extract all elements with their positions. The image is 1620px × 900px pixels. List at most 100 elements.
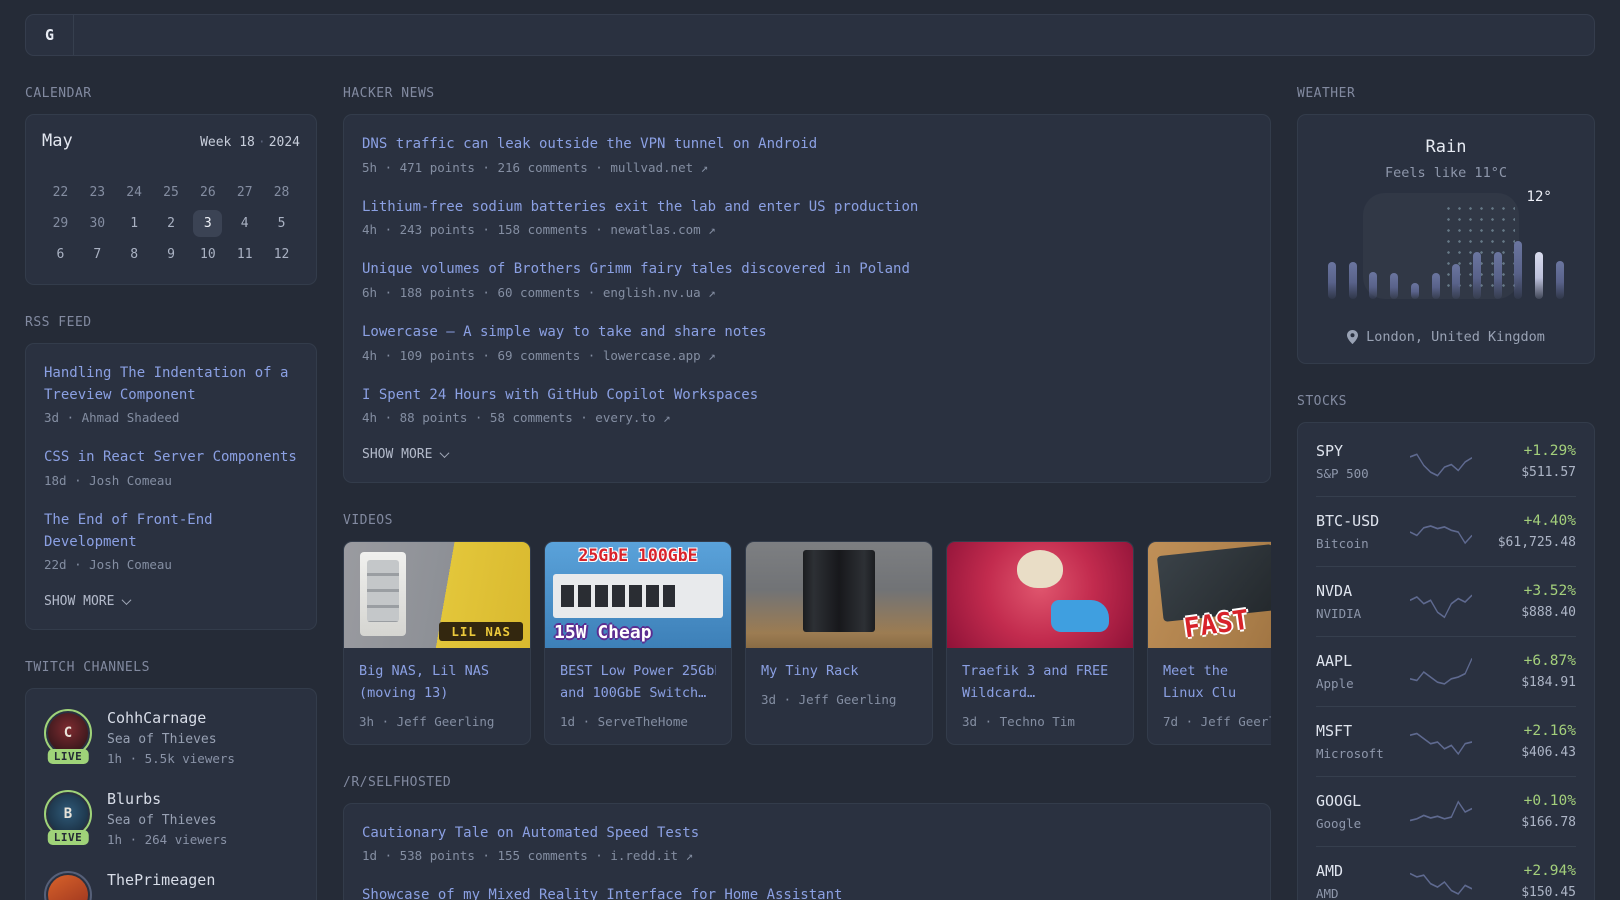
video-thumbnail[interactable]: FAST <box>1148 542 1271 649</box>
calendar-weekday <box>153 165 190 177</box>
twitch-channel-game: Sea of Thieves <box>107 813 217 829</box>
feed-item-meta: 5h · 471 points · 216 comments · mullvad… <box>362 159 709 175</box>
stock-row[interactable]: GOOGL Google +0.10% $166.78 <box>1316 776 1576 846</box>
stock-row[interactable]: NVDA NVIDIA +3.52% $888.40 <box>1316 566 1576 636</box>
weather-bar-column <box>1390 215 1399 299</box>
show-more-label: SHOW MORE <box>362 447 433 463</box>
video-thumbnail[interactable]: 25GbE 100GbE 15W Cheap <box>545 542 731 649</box>
calendar-days-grid: 22 23 24 25 26 27 28 29 30 1 2 3 4 5 6 7 8 9 10 11 12 <box>42 177 300 270</box>
live-badge: LIVE <box>47 830 89 846</box>
feed-item-title[interactable]: CSS in React Server Components <box>44 447 298 469</box>
feed-item-title[interactable]: Unique volumes of Brothers Grimm fairy t… <box>362 259 1252 281</box>
stock-change-percent: +6.87% <box>1523 653 1576 669</box>
feed-item-title[interactable]: Lowercase — A simple way to take and sha… <box>362 322 1252 344</box>
calendar-day: 8 <box>130 247 139 262</box>
separator-dot: · <box>257 135 266 150</box>
stock-row[interactable]: AMD AMD +2.94% $150.45 <box>1316 846 1576 900</box>
video-title-line[interactable]: Meet the <box>1163 661 1271 683</box>
stock-row[interactable]: MSFT Microsoft +2.16% $406.43 <box>1316 706 1576 776</box>
stock-row[interactable]: SPY S&P 500 +1.29% $511.57 <box>1316 427 1576 496</box>
video-card[interactable]: 25GbE 100GbE 15W Cheap BEST Low Power 25… <box>544 541 732 745</box>
feed-item: Lowercase — A simple way to take and sha… <box>362 322 1252 363</box>
videos-section-label: VIDEOS <box>343 513 393 529</box>
feed-item-title[interactable]: Handling The Indentation of a Treeview C… <box>44 363 298 406</box>
calendar-day: 22 <box>52 185 69 200</box>
rss-list: Handling The Indentation of a Treeview C… <box>44 363 298 572</box>
twitch-channel-name[interactable]: CohhCarnage <box>107 709 235 727</box>
twitch-channel-name[interactable]: ThePrimeagen <box>107 871 215 889</box>
video-title-line[interactable]: and 100GbE Switch… <box>560 683 716 705</box>
middle-column: HACKER NEWS DNS traffic can leak outside… <box>343 56 1271 900</box>
calendar-day: 28 <box>273 185 290 200</box>
stock-sparkline <box>1410 732 1472 755</box>
video-title-line[interactable]: Wildcard… <box>962 683 1118 705</box>
feed-item-title[interactable]: I Spent 24 Hours with GitHub Copilot Wor… <box>362 385 1252 407</box>
stock-change-percent: +4.40% <box>1523 513 1576 529</box>
weather-bar-temp-label: 12° <box>1526 189 1552 205</box>
video-thumbnail[interactable] <box>746 542 932 649</box>
hackernews-widget: DNS traffic can leak outside the VPN tun… <box>343 114 1271 484</box>
weather-bar <box>1493 252 1502 299</box>
stock-row[interactable]: BTC-USD Bitcoin +4.40% $61,725.48 <box>1316 496 1576 566</box>
stock-change-percent: +2.94% <box>1523 863 1576 879</box>
feed-item: DNS traffic can leak outside the VPN tun… <box>362 134 1252 175</box>
calendar-day: 11 <box>236 247 253 262</box>
weather-location-row: London, United Kingdom <box>1318 329 1574 345</box>
calendar-weekday <box>263 165 300 177</box>
stock-row[interactable]: AAPL Apple +6.87% $184.91 <box>1316 636 1576 706</box>
weather-bar <box>1514 241 1523 299</box>
twitch-channel-row[interactable]: B LIVE Blurbs Sea of Thieves 1h · 264 vi… <box>44 790 298 847</box>
video-title-line[interactable]: My Tiny Rack <box>761 661 917 683</box>
video-title-line[interactable]: Traefik 3 and FREE <box>962 661 1118 683</box>
stock-sparkline <box>1410 657 1472 685</box>
twitch-channel-list: C LIVE CohhCarnage Sea of Thieves 1h · 5… <box>44 709 298 900</box>
calendar-weekday <box>189 165 226 177</box>
twitch-channel-row[interactable]: C LIVE CohhCarnage Sea of Thieves 1h · 5… <box>44 709 298 766</box>
feed-item-meta: 3d · Ahmad Shadeed <box>44 410 180 426</box>
stock-price: $184.91 <box>1521 675 1576 690</box>
twitch-channel-name[interactable]: Blurbs <box>107 790 227 808</box>
calendar-day: 12 <box>273 247 290 262</box>
hackernews-list: DNS traffic can leak outside the VPN tun… <box>362 134 1252 425</box>
video-title-line[interactable]: (moving 13) <box>359 683 515 705</box>
hackernews-show-more-button[interactable]: SHOW MORE <box>362 447 450 463</box>
weather-bar-column <box>1348 215 1357 299</box>
feed-item-title[interactable]: Lithium-free sodium batteries exit the l… <box>362 197 1252 219</box>
video-title-line[interactable]: Linux Clu <box>1163 683 1271 705</box>
rss-show-more-button[interactable]: SHOW MORE <box>44 594 132 609</box>
feed-item-title[interactable]: Cautionary Tale on Automated Speed Tests <box>362 823 1252 845</box>
feed-item: Handling The Indentation of a Treeview C… <box>44 363 298 425</box>
feed-item-title[interactable]: The End of Front-End Development <box>44 510 298 553</box>
feed-item-title[interactable]: DNS traffic can leak outside the VPN tun… <box>362 134 1252 156</box>
video-card[interactable]: LIL NAS Big NAS, Lil NAS (moving 13) 3h … <box>343 541 531 745</box>
video-thumbnail[interactable] <box>947 542 1133 649</box>
stock-change-percent: +2.16% <box>1523 723 1576 739</box>
video-card-body: BEST Low Power 25GbE and 100GbE Switch… … <box>545 648 731 743</box>
video-title-line[interactable]: BEST Low Power 25GbE <box>560 661 716 683</box>
video-card-body: Meet the Linux Clu 7d · Jeff Geerling <box>1148 648 1271 743</box>
calendar-day: 30 <box>89 216 106 231</box>
stock-name: Google <box>1316 816 1362 831</box>
video-card[interactable]: Traefik 3 and FREE Wildcard… 3d · Techno… <box>946 541 1134 745</box>
video-card[interactable]: My Tiny Rack 3d · Jeff Geerling <box>745 541 933 745</box>
stock-symbol: BTC-USD <box>1316 512 1380 530</box>
video-title-line[interactable]: Big NAS, Lil NAS <box>359 661 515 683</box>
stock-values: +0.10% $166.78 <box>1480 793 1576 830</box>
rss-section-label: RSS FEED <box>25 315 92 330</box>
dashboard-grid: CALENDAR May Week 18 · 2024 22 23 24 25 26 27 28… <box>25 56 1595 900</box>
calendar-day: 6 <box>56 247 65 262</box>
stock-id: GOOGL Google <box>1316 792 1402 831</box>
twitch-channel-row[interactable]: ThePrimeagen <box>44 871 298 900</box>
calendar-day: 10 <box>200 247 216 262</box>
calendar-header: May Week 18 · 2024 <box>42 131 300 151</box>
weather-bar-column <box>1369 215 1378 299</box>
stock-name: NVIDIA <box>1316 606 1362 621</box>
stock-name: Microsoft <box>1316 746 1384 761</box>
feed-item-title[interactable]: Showcase of my Mixed Reality Interface f… <box>362 885 1252 900</box>
chevron-down-icon <box>122 595 132 606</box>
video-card[interactable]: FAST Meet the Linux Clu 7d · Jeff Geerli… <box>1147 541 1271 745</box>
calendar-day: 24 <box>126 185 142 200</box>
video-thumbnail[interactable]: LIL NAS <box>344 542 530 649</box>
weather-bar <box>1328 262 1336 299</box>
feed-item: The End of Front-End Development 22d · J… <box>44 510 298 572</box>
